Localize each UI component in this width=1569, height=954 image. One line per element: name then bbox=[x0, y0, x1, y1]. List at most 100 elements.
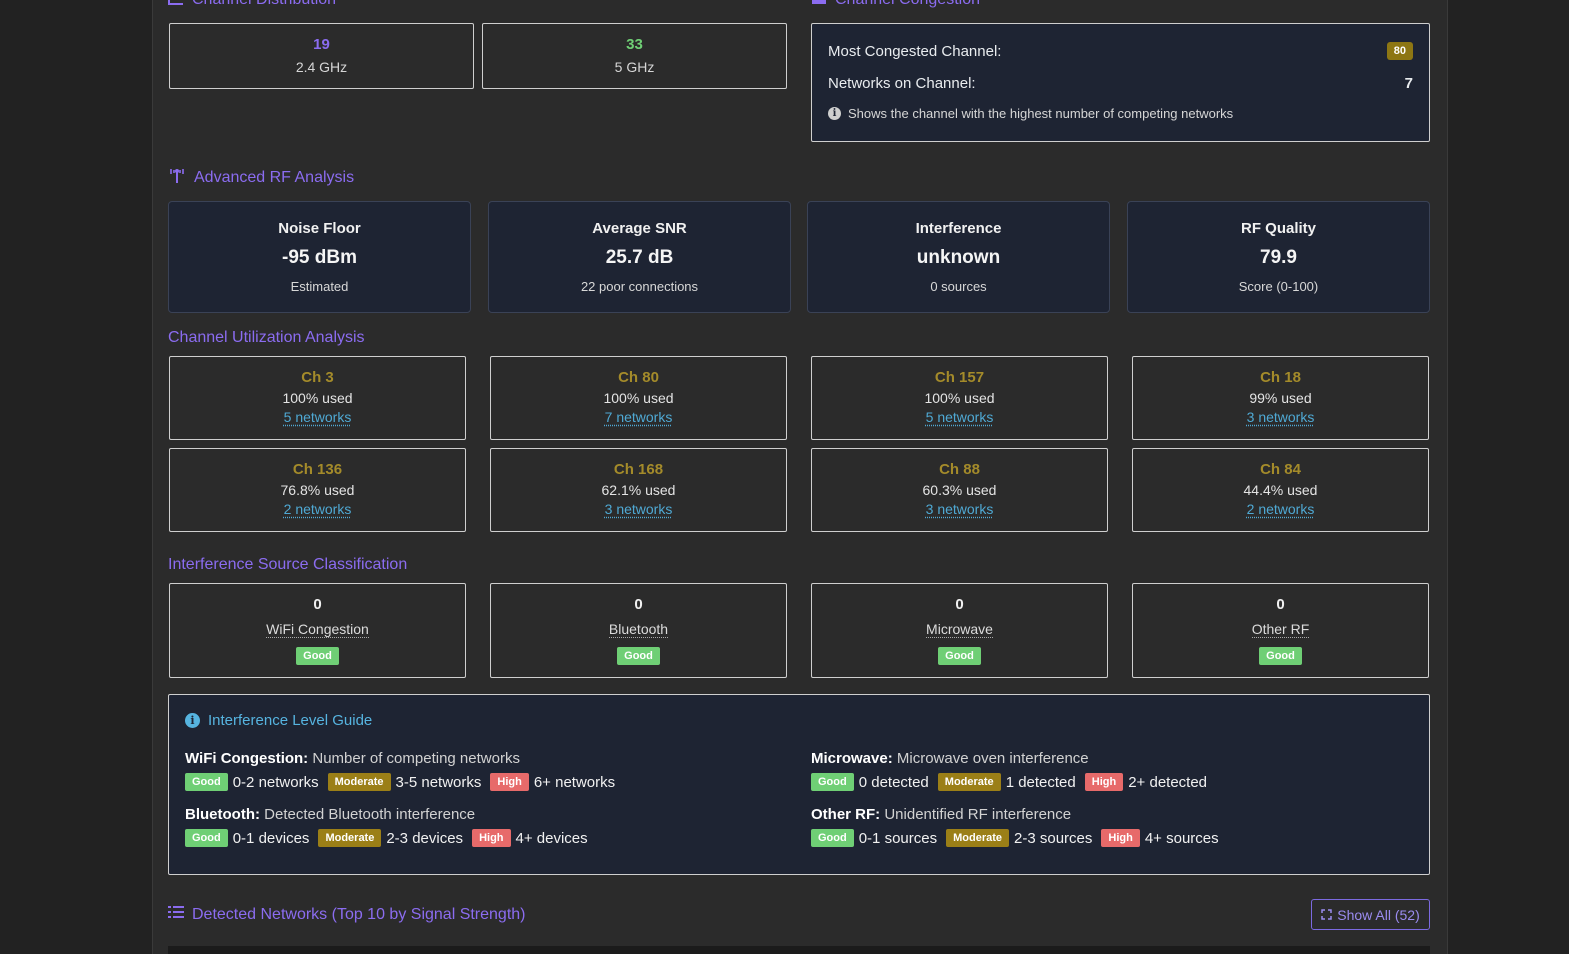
rf-card-title: Noise Floor bbox=[278, 220, 361, 237]
high-text: 6+ networks bbox=[533, 773, 616, 791]
status-badge: Good bbox=[938, 647, 981, 665]
channel-networks-link[interactable]: 3 networks bbox=[926, 501, 994, 517]
moderate-text: 2-3 devices bbox=[386, 829, 464, 847]
moderate-badge: Moderate bbox=[327, 773, 391, 791]
status-badge: Good bbox=[296, 647, 339, 665]
high-text: 4+ sources bbox=[1144, 829, 1219, 847]
moderate-text: 3-5 networks bbox=[395, 773, 482, 791]
channel-name: Ch 88 bbox=[939, 461, 980, 478]
show-all-label: Show All (52) bbox=[1337, 906, 1420, 923]
channel-name: Ch 136 bbox=[292, 461, 343, 478]
rf-card-sub: Score (0-100) bbox=[1238, 279, 1319, 294]
good-badge: Good bbox=[185, 829, 228, 847]
channel-networks-link[interactable]: 3 networks bbox=[605, 501, 673, 517]
interference-source-heading: Interference Source Classification bbox=[168, 556, 407, 574]
guide-item-desc: Unidentified RF interference bbox=[884, 806, 1072, 823]
list-icon bbox=[168, 905, 184, 924]
antenna-icon bbox=[168, 166, 186, 189]
rf-card-value: 25.7 dB bbox=[605, 247, 674, 268]
rf-card-value: -95 dBm bbox=[282, 247, 357, 268]
channel-name: Ch 18 bbox=[1260, 369, 1301, 386]
guide-item-levels: Good 0-2 networks Moderate 3-5 networks … bbox=[185, 773, 615, 791]
congestion-note-text: Shows the channel with the highest numbe… bbox=[848, 106, 1234, 121]
high-badge: High bbox=[472, 829, 511, 847]
expand-icon bbox=[1321, 907, 1332, 923]
interference-label[interactable]: WiFi Congestion bbox=[266, 621, 369, 638]
good-text: 0-2 networks bbox=[232, 773, 319, 791]
guide-item-heading: WiFi Congestion: Number of competing net… bbox=[185, 750, 520, 767]
rf-card-sub: 0 sources bbox=[930, 279, 987, 294]
rf-card-interference: Interference unknown 0 sources bbox=[807, 201, 1110, 313]
networks-on-channel-label: Networks on Channel: bbox=[828, 75, 976, 92]
moderate-text: 2-3 sources bbox=[1014, 829, 1093, 847]
high-badge: High bbox=[1084, 773, 1124, 791]
networks-on-channel-value: 7 bbox=[1404, 75, 1413, 92]
band-label: 2.4 GHz bbox=[295, 59, 348, 75]
channel-usage: 100% used bbox=[282, 390, 353, 406]
channel-networks-link[interactable]: 2 networks bbox=[1247, 501, 1315, 517]
guide-item-name: WiFi Congestion: bbox=[185, 750, 309, 767]
show-all-button[interactable]: Show All (52) bbox=[1311, 899, 1430, 930]
rf-card-title: Average SNR bbox=[592, 220, 687, 237]
section-title: Interference Source Classification bbox=[168, 556, 408, 573]
congestion-card: Most Congested Channel: 80 Networks on C… bbox=[811, 23, 1430, 142]
guide-item-desc: Microwave oven interference bbox=[896, 750, 1089, 767]
rf-card-rf-quality: RF Quality 79.9 Score (0-100) bbox=[1127, 201, 1430, 313]
interference-label[interactable]: Bluetooth bbox=[608, 621, 669, 638]
guide-item-levels: Good 0 detected Moderate 1 detected High… bbox=[811, 773, 1207, 791]
high-text: 2+ detected bbox=[1128, 773, 1208, 791]
rf-card-average-snr: Average SNR 25.7 dB 22 poor connections bbox=[488, 201, 791, 313]
channel-name: Ch 84 bbox=[1260, 461, 1301, 478]
high-badge: High bbox=[490, 773, 529, 791]
chart-icon bbox=[168, 0, 184, 10]
interference-card-microwave: 0 Microwave Good bbox=[811, 583, 1108, 678]
guide-item-name: Other RF: bbox=[811, 806, 881, 823]
band-count: 19 bbox=[313, 36, 330, 53]
channel-name: Ch 3 bbox=[301, 369, 334, 386]
rf-card-noise-floor: Noise Floor -95 dBm Estimated bbox=[168, 201, 471, 313]
channel-distribution-heading: Channel Distribution bbox=[168, 0, 336, 10]
channel-card: Ch 136 76.8% used 2 networks bbox=[169, 448, 466, 532]
rf-card-sub: 22 poor connections bbox=[580, 279, 699, 294]
interference-label[interactable]: Microwave bbox=[926, 621, 993, 638]
high-text: 4+ devices bbox=[515, 829, 588, 847]
channel-card: Ch 88 60.3% used 3 networks bbox=[811, 448, 1108, 532]
guide-item-name: Bluetooth: bbox=[185, 806, 260, 823]
channel-usage: 62.1% used bbox=[601, 482, 676, 498]
channel-networks-link[interactable]: 2 networks bbox=[284, 501, 352, 517]
rf-analysis-heading: Advanced RF Analysis bbox=[168, 166, 354, 189]
channel-networks-link[interactable]: 5 networks bbox=[284, 409, 352, 425]
most-congested-row: Most Congested Channel: 80 bbox=[828, 42, 1413, 60]
band-count: 33 bbox=[626, 36, 643, 53]
status-badge: Good bbox=[1259, 647, 1302, 665]
channel-networks-link[interactable]: 7 networks bbox=[605, 409, 673, 425]
interference-count: 0 bbox=[1276, 596, 1285, 613]
guide-item-heading: Microwave: Microwave oven interference bbox=[811, 750, 1089, 767]
channel-networks-link[interactable]: 3 networks bbox=[1247, 409, 1315, 425]
moderate-badge: Moderate bbox=[937, 773, 1001, 791]
guide-item-desc: Detected Bluetooth interference bbox=[264, 806, 476, 823]
guide-item-name: Microwave: bbox=[811, 750, 893, 767]
interference-count: 0 bbox=[955, 596, 964, 613]
good-badge: Good bbox=[185, 773, 228, 791]
channel-networks-link[interactable]: 5 networks bbox=[926, 409, 994, 425]
section-title: Channel Distribution bbox=[192, 0, 336, 9]
channel-usage: 99% used bbox=[1249, 390, 1312, 406]
band-card-5ghz: 33 5 GHz bbox=[482, 23, 787, 89]
good-badge: Good bbox=[811, 829, 854, 847]
channel-card: Ch 18 99% used 3 networks bbox=[1132, 356, 1429, 440]
interference-label[interactable]: Other RF bbox=[1251, 621, 1310, 638]
channel-card: Ch 157 100% used 5 networks bbox=[811, 356, 1108, 440]
interference-card-wifi: 0 WiFi Congestion Good bbox=[169, 583, 466, 678]
congestion-icon bbox=[811, 0, 827, 10]
channel-name: Ch 168 bbox=[613, 461, 664, 478]
good-badge: Good bbox=[811, 773, 854, 791]
rf-card-value: unknown bbox=[916, 247, 1001, 268]
rf-card-value: 79.9 bbox=[1260, 247, 1297, 268]
channel-card: Ch 84 44.4% used 2 networks bbox=[1132, 448, 1429, 532]
congestion-note: i Shows the channel with the highest num… bbox=[828, 106, 1233, 121]
channel-usage: 100% used bbox=[924, 390, 995, 406]
rf-card-sub: Estimated bbox=[290, 279, 349, 294]
info-icon: i bbox=[828, 107, 841, 120]
channel-name: Ch 157 bbox=[934, 369, 985, 386]
